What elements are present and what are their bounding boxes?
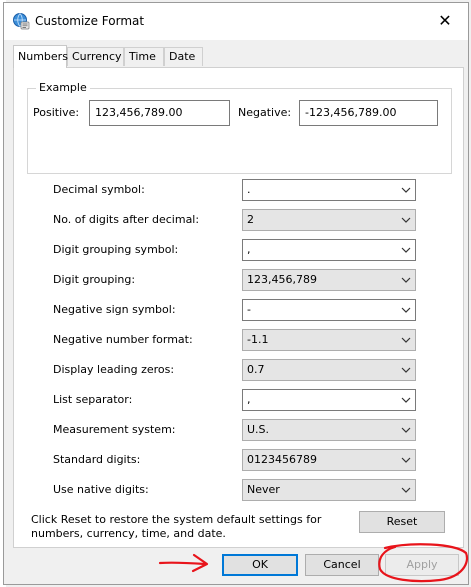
tab-numbers[interactable]: Numbers: [13, 45, 68, 68]
red-circle-annotation: [378, 543, 469, 583]
red-arrow-annotation: [158, 553, 209, 573]
annotation-overlay: [158, 543, 469, 583]
